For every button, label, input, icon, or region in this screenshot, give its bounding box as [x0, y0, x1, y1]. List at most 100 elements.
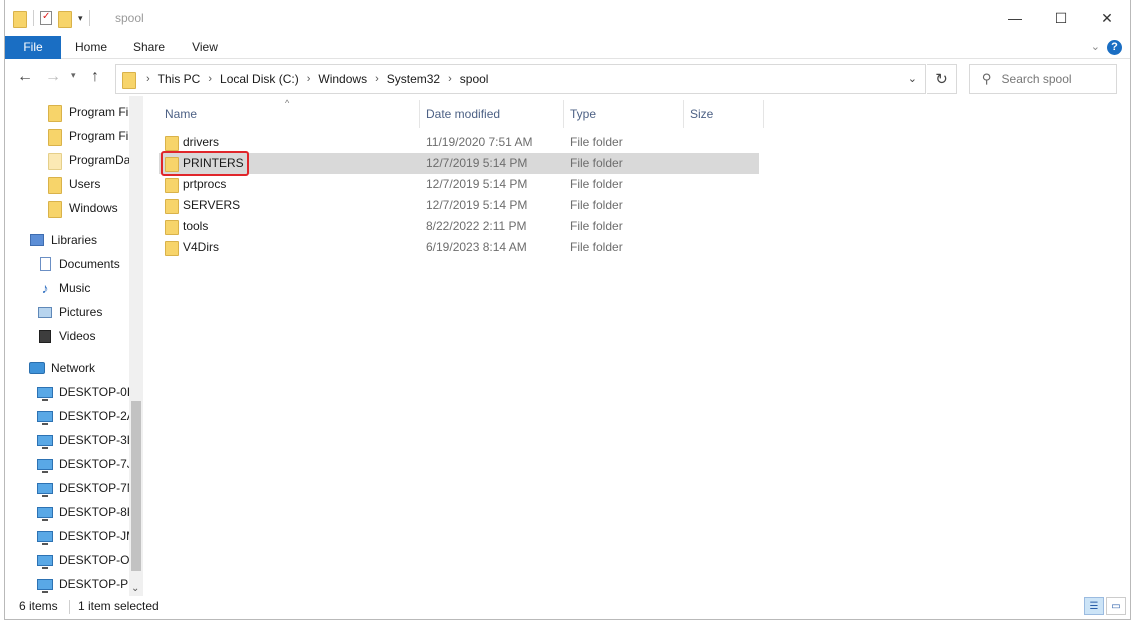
nav-item-label: DESKTOP-3LL [59, 433, 141, 447]
folder-icon [165, 241, 179, 256]
toolbar-divider [88, 10, 90, 26]
new-folder-icon[interactable] [58, 10, 72, 28]
window-title: spool [115, 11, 144, 25]
file-row[interactable]: V4Dirs 6/19/2023 8:14 AM File folder [159, 237, 759, 258]
address-bar[interactable]: › This PC › Local Disk (C:) › Windows › … [115, 64, 926, 94]
file-name-cell[interactable]: tools [165, 216, 208, 237]
breadcrumb-system32[interactable]: System32 [387, 72, 440, 86]
breadcrumb-this-pc[interactable]: This PC [158, 72, 201, 86]
large-icons-view-icon[interactable]: ▭ [1106, 597, 1126, 615]
file-type: File folder [570, 177, 623, 191]
refresh-button[interactable]: ↻ [927, 64, 957, 94]
tab-share[interactable]: Share [125, 36, 173, 59]
music-icon: ♪ [41, 280, 49, 296]
maximize-button[interactable]: ☐ [1038, 0, 1084, 36]
up-arrow-icon[interactable]: ↑ [91, 68, 99, 86]
file-type: File folder [570, 198, 623, 212]
file-date: 6/19/2023 8:14 AM [426, 240, 527, 254]
file-name-cell[interactable]: V4Dirs [165, 237, 219, 258]
file-row[interactable]: prtprocs 12/7/2019 5:14 PM File folder [159, 174, 759, 195]
help-icon[interactable]: ? [1107, 40, 1122, 55]
chevron-right-icon[interactable]: › [146, 73, 150, 85]
computer-icon [37, 578, 53, 593]
minimize-button[interactable]: — [992, 0, 1038, 36]
breadcrumb-spool[interactable]: spool [460, 72, 489, 86]
folder-icon [122, 71, 136, 89]
breadcrumb-windows[interactable]: Windows [318, 72, 367, 86]
back-arrow-icon[interactable]: ← [17, 68, 33, 86]
quick-access-toolbar: ✓ ▾ [13, 10, 90, 28]
folder-icon [48, 104, 62, 122]
ribbon-tabs: File Home Share View ⌄ ? [5, 36, 1130, 59]
tab-home[interactable]: Home [67, 36, 115, 59]
libraries-icon [30, 234, 44, 246]
sort-ascending-icon: ^ [285, 98, 290, 108]
toolbar-divider [33, 10, 34, 26]
nav-item-label: Network [51, 361, 96, 375]
file-name-cell[interactable]: SERVERS [165, 195, 240, 216]
file-name: prtprocs [183, 177, 227, 191]
nav-item-label: DESKTOP-0IT [59, 385, 138, 399]
column-header-size[interactable]: Size [690, 100, 713, 128]
file-row[interactable]: SERVERS 12/7/2019 5:14 PM File folder [159, 195, 759, 216]
nav-item-label: Users [69, 177, 101, 191]
customize-toolbar-icon[interactable]: ▾ [78, 13, 83, 24]
column-divider[interactable] [683, 100, 684, 128]
column-header-name[interactable]: Name [165, 100, 197, 128]
details-view-icon[interactable]: ☰ [1084, 597, 1104, 615]
nav-item-label: DESKTOP-7M [59, 481, 137, 495]
file-name: SERVERS [183, 198, 241, 212]
navigation-pane: Program Fil Program Fil ProgramDa Users … [5, 96, 145, 596]
tab-file[interactable]: File [5, 36, 61, 59]
nav-item-label: Pictures [59, 305, 103, 319]
chevron-right-icon[interactable]: › [307, 73, 311, 85]
title-bar: ✓ ▾ spool — ☐ ✕ [5, 0, 1130, 36]
folder-icon [165, 220, 179, 235]
nav-item-network[interactable]: Network [29, 356, 145, 380]
column-divider[interactable] [419, 100, 420, 128]
nav-item-libraries[interactable]: Libraries [29, 228, 145, 252]
breadcrumb: › This PC › Local Disk (C:) › Windows › … [116, 71, 489, 89]
chevron-right-icon[interactable]: › [208, 73, 212, 85]
chevron-right-icon[interactable]: › [448, 73, 452, 85]
status-bar: 6 items 1 item selected ☰ ▭ [5, 596, 1130, 618]
file-name: drivers [183, 135, 220, 149]
chevron-right-icon[interactable]: › [375, 73, 379, 85]
nav-item-label: DESKTOP-8KI [59, 505, 139, 519]
address-history-dropdown-icon[interactable]: ⌄ [908, 72, 917, 85]
folder-icon [165, 199, 179, 214]
recent-locations-icon[interactable]: ▾ [71, 70, 76, 81]
column-divider[interactable] [763, 100, 764, 128]
computer-icon [37, 386, 53, 401]
column-header-type[interactable]: Type [570, 100, 596, 128]
column-divider[interactable] [563, 100, 564, 128]
properties-icon[interactable]: ✓ [40, 11, 52, 25]
nav-item-label: Music [59, 281, 91, 295]
file-row[interactable]: tools 8/22/2022 2:11 PM File folder [159, 216, 759, 237]
close-button[interactable]: ✕ [1084, 0, 1130, 36]
search-input[interactable]: ⚲ Search spool [969, 64, 1117, 94]
computer-icon [37, 434, 53, 449]
file-row[interactable]: drivers 11/19/2020 7:51 AM File folder [159, 132, 759, 153]
scrollbar-thumb[interactable] [131, 401, 141, 571]
forward-arrow-icon[interactable]: → [45, 68, 61, 86]
folder-icon [13, 10, 27, 28]
file-row[interactable]: PRINTERS 12/7/2019 5:14 PM File folder [159, 153, 759, 174]
file-name-cell[interactable]: prtprocs [165, 174, 226, 195]
column-header-date[interactable]: Date modified [426, 100, 500, 128]
navigation-scrollbar[interactable]: ⌄ [129, 96, 143, 596]
file-date: 11/19/2020 7:51 AM [426, 135, 533, 149]
nav-item-label: Program Fil [69, 129, 132, 143]
file-type: File folder [570, 135, 623, 149]
expand-ribbon-icon[interactable]: ⌄ [1091, 40, 1100, 53]
computer-icon [37, 554, 53, 569]
scroll-down-arrow-icon[interactable]: ⌄ [131, 583, 139, 594]
folder-icon [48, 176, 62, 194]
tab-view[interactable]: View [181, 36, 229, 59]
file-name-cell[interactable]: drivers [165, 132, 219, 153]
file-date: 8/22/2022 2:11 PM [426, 219, 527, 233]
computer-icon [37, 530, 53, 545]
computer-icon [37, 410, 53, 425]
breadcrumb-local-disk[interactable]: Local Disk (C:) [220, 72, 299, 86]
computer-icon [37, 458, 53, 473]
